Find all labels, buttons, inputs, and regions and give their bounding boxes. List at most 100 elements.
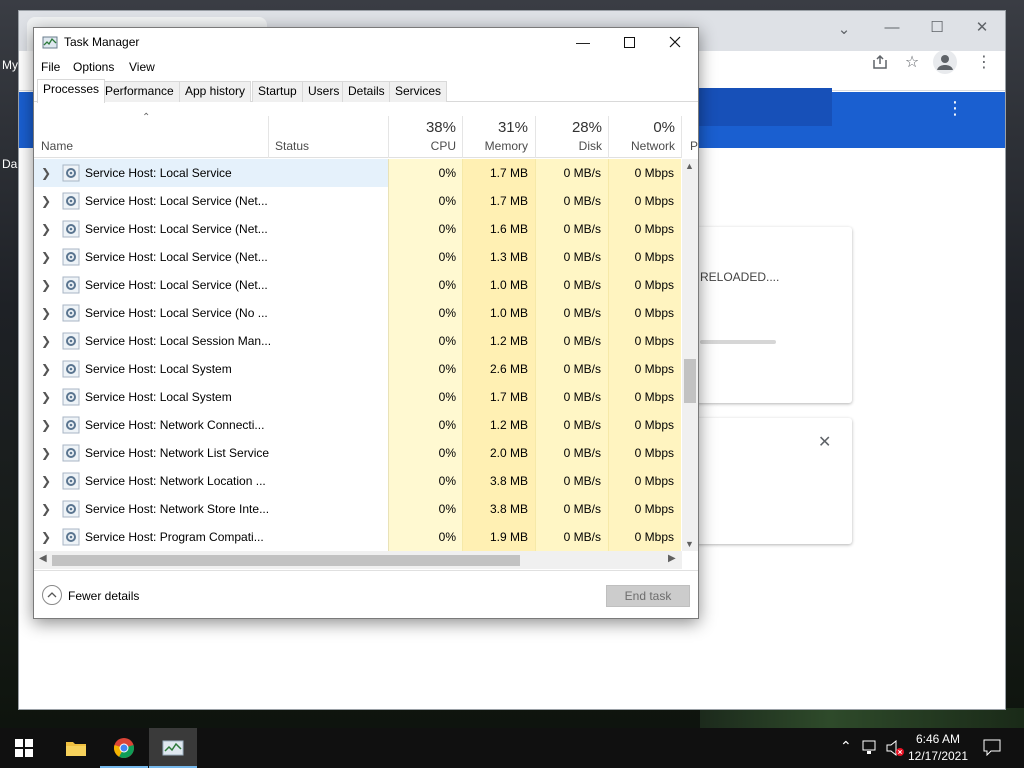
scroll-thumb[interactable]	[52, 555, 520, 566]
close-icon[interactable]: ✕	[818, 432, 831, 452]
show-hidden-icons-icon[interactable]: ⌃	[840, 738, 852, 755]
expand-chevron-icon[interactable]: ❯	[41, 166, 51, 180]
chevron-down-icon[interactable]: ⌄	[822, 14, 866, 44]
expand-chevron-icon[interactable]: ❯	[41, 446, 51, 460]
expand-chevron-icon[interactable]: ❯	[41, 306, 51, 320]
tab-services[interactable]: Services	[389, 81, 448, 102]
process-row[interactable]: ❯ Service Host: Network Location ... 0% 3.8…	[34, 467, 682, 495]
disk-total[interactable]: 28%	[535, 119, 602, 136]
process-network: 0 Mbps	[634, 278, 674, 292]
process-row[interactable]: ❯ Service Host: Network Connecti... 0% 1.2 …	[34, 411, 682, 439]
tab-users[interactable]: Users	[302, 81, 346, 102]
process-name: Service Host: Network List Service	[85, 446, 270, 460]
expand-chevron-icon[interactable]: ❯	[41, 334, 51, 348]
collapse-chevron-icon[interactable]	[42, 585, 62, 605]
close-icon[interactable]	[652, 28, 698, 56]
minimize-icon[interactable]: —	[870, 12, 914, 42]
process-memory: 1.0 MB	[489, 278, 528, 292]
maximize-icon[interactable]: ☐	[915, 12, 959, 42]
desktop-icon-label[interactable]: My	[2, 58, 18, 72]
column-network[interactable]: Network	[608, 139, 675, 153]
scroll-left-icon[interactable]: ◀	[39, 553, 47, 564]
column-memory[interactable]: Memory	[462, 139, 528, 153]
tab-startup[interactable]: Startup	[252, 81, 303, 102]
scroll-up-icon[interactable]: ▲	[685, 161, 694, 171]
start-button[interactable]	[0, 728, 48, 768]
task-manager-taskbar-button[interactable]	[149, 728, 197, 768]
kebab-menu-icon[interactable]: ⋮	[946, 98, 964, 119]
process-row[interactable]: ❯ Service Host: Program Compati... 0% 1.9 M…	[34, 523, 682, 551]
profile-avatar[interactable]	[933, 50, 957, 74]
expand-chevron-icon[interactable]: ❯	[41, 474, 51, 488]
tab-processes[interactable]: Processes	[37, 79, 106, 103]
scroll-thumb[interactable]	[684, 359, 696, 403]
minimize-icon[interactable]: —	[560, 28, 606, 56]
horizontal-scrollbar[interactable]: ◀ ▶	[34, 551, 682, 569]
expand-chevron-icon[interactable]: ❯	[41, 250, 51, 264]
process-row[interactable]: ❯ Service Host: Local Service (No ... 0% 1.…	[34, 299, 682, 327]
network-icon[interactable]	[862, 740, 880, 756]
process-row[interactable]: ❯ Service Host: Network Store Inte... 0% 3.…	[34, 495, 682, 523]
status-text: RELOADED....	[700, 270, 780, 284]
desktop-icon-label[interactable]: Da	[2, 157, 17, 171]
scroll-right-icon[interactable]: ▶	[668, 553, 676, 564]
vertical-scrollbar[interactable]: ▲ ▼	[682, 159, 698, 551]
menu-file[interactable]: File	[41, 60, 60, 74]
expand-chevron-icon[interactable]: ❯	[41, 222, 51, 236]
process-row[interactable]: ❯ Service Host: Local Service (Net... 0% 1.…	[34, 271, 682, 299]
expand-chevron-icon[interactable]: ❯	[41, 502, 51, 516]
fewer-details-link[interactable]: Fewer details	[68, 589, 139, 603]
gear-icon	[62, 388, 80, 406]
column-name[interactable]: Name	[41, 139, 73, 153]
column-disk[interactable]: Disk	[535, 139, 602, 153]
column-header: ⌃ Name Status 38% CPU 31% Memory 28% Dis…	[34, 112, 698, 158]
column-cpu[interactable]: CPU	[388, 139, 456, 153]
process-cpu: 0%	[438, 334, 456, 348]
scroll-down-icon[interactable]: ▼	[685, 539, 694, 549]
process-row[interactable]: ❯ Service Host: Local Service (Net... 0% 1.…	[34, 215, 682, 243]
column-power-partial[interactable]: P	[690, 139, 698, 153]
expand-chevron-icon[interactable]: ❯	[41, 362, 51, 376]
share-icon[interactable]	[868, 50, 892, 74]
file-explorer-button[interactable]	[52, 728, 100, 768]
process-row[interactable]: ❯ Service Host: Local Service (Net... 0% 1.…	[34, 187, 682, 215]
process-disk: 0 MB/s	[563, 334, 601, 348]
process-disk: 0 MB/s	[563, 502, 601, 516]
maximize-icon[interactable]	[606, 28, 652, 56]
process-cpu: 0%	[438, 222, 456, 236]
process-list: ❯ Service Host: Local Service 0% 1.7 MB 0 MB…	[34, 159, 682, 551]
notifications-icon[interactable]	[982, 738, 1002, 756]
expand-chevron-icon[interactable]: ❯	[41, 390, 51, 404]
menu-options[interactable]: Options	[73, 60, 114, 74]
process-row[interactable]: ❯ Service Host: Network List Service 0% 2.0…	[34, 439, 682, 467]
process-row[interactable]: ❯ Service Host: Local System 0% 2.6 MB 0 MB/…	[34, 355, 682, 383]
tab-details[interactable]: Details	[342, 81, 391, 102]
end-task-button[interactable]: End task	[606, 585, 690, 607]
process-cpu: 0%	[438, 502, 456, 516]
chrome-taskbar-button[interactable]	[100, 728, 148, 768]
expand-chevron-icon[interactable]: ❯	[41, 194, 51, 208]
expand-chevron-icon[interactable]: ❯	[41, 418, 51, 432]
expand-chevron-icon[interactable]: ❯	[41, 278, 51, 292]
process-row[interactable]: ❯ Service Host: Local Service 0% 1.7 MB 0 MB…	[34, 159, 682, 187]
process-disk: 0 MB/s	[563, 390, 601, 404]
process-network: 0 Mbps	[634, 502, 674, 516]
tab-performance[interactable]: Performance	[99, 81, 180, 102]
process-name: Service Host: Local System	[85, 390, 232, 404]
tab-app-history[interactable]: App history	[179, 81, 252, 102]
process-row[interactable]: ❯ Service Host: Local Service (Net... 0% 1.…	[34, 243, 682, 271]
menu-view[interactable]: View	[129, 60, 155, 74]
cpu-total[interactable]: 38%	[388, 119, 456, 136]
network-total[interactable]: 0%	[608, 119, 675, 136]
bookmark-star-icon[interactable]: ☆	[900, 50, 924, 74]
memory-total[interactable]: 31%	[462, 119, 528, 136]
process-cpu: 0%	[438, 390, 456, 404]
process-row[interactable]: ❯ Service Host: Local System 0% 1.7 MB 0 MB/…	[34, 383, 682, 411]
column-status[interactable]: Status	[275, 139, 309, 153]
clock[interactable]: 6:46 AM 12/17/2021	[900, 731, 976, 765]
kebab-menu-icon[interactable]: ⋮	[972, 50, 996, 74]
close-icon[interactable]: ✕	[960, 12, 1004, 42]
title-bar[interactable]: Task Manager —	[34, 28, 698, 56]
process-row[interactable]: ❯ Service Host: Local Session Man... 0% 1.2…	[34, 327, 682, 355]
expand-chevron-icon[interactable]: ❯	[41, 530, 51, 544]
